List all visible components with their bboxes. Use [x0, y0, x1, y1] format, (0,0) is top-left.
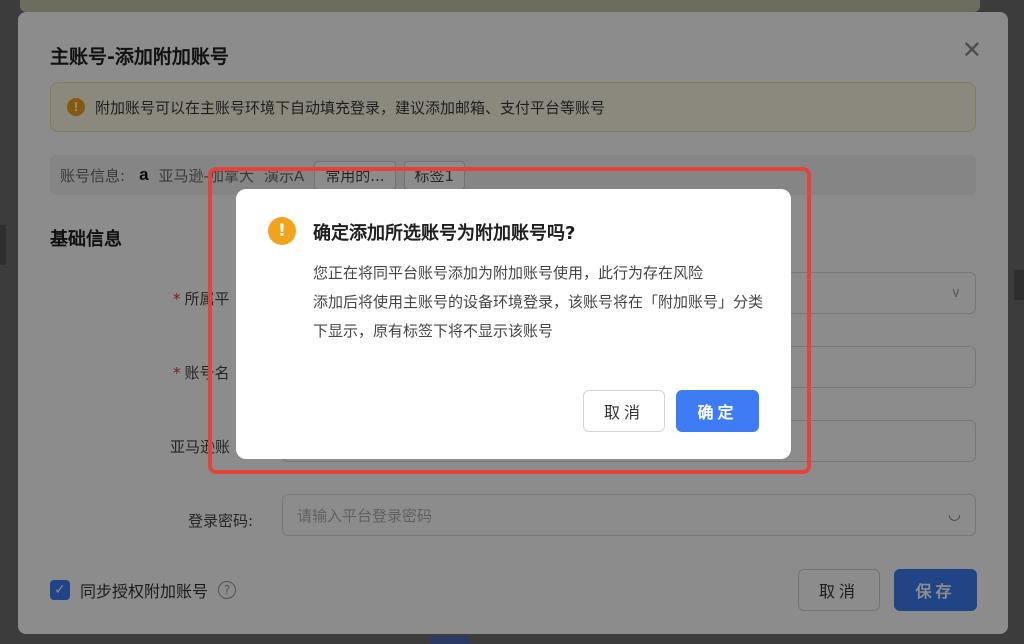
warning-icon: ! — [268, 217, 296, 245]
confirm-dialog: ! 确定添加所选账号为附加账号吗? 您正在将同平台账号添加为附加账号使用，此行为… — [236, 189, 791, 459]
confirm-ok-button[interactable]: 确定 — [676, 390, 759, 432]
confirm-message-line: 添加后将使用主账号的设备环境登录，该账号将在「附加账号」分类下显示，原有标签下将… — [313, 293, 764, 340]
confirm-message-line: 您正在将同平台账号添加为附加账号使用，此行为存在风险 — [313, 264, 704, 282]
confirm-message: 您正在将同平台账号添加为附加账号使用，此行为存在风险 添加后将使用主账号的设备环… — [313, 259, 763, 346]
confirm-cancel-button[interactable]: 取消 — [583, 390, 665, 432]
confirm-title: 确定添加所选账号为附加账号吗? — [313, 223, 576, 244]
